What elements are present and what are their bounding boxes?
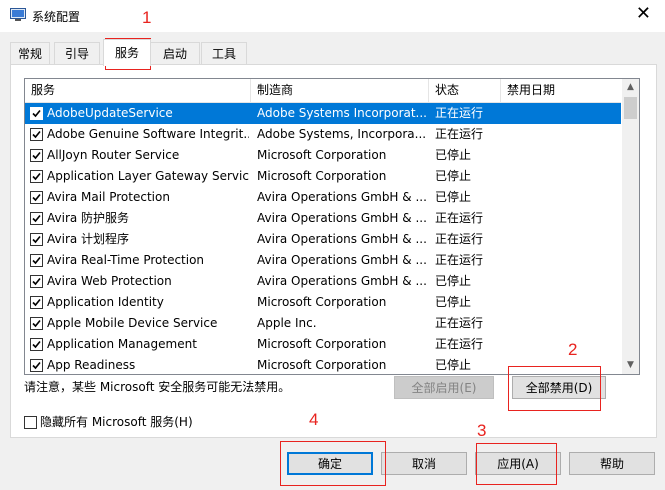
tab-tools[interactable]: 工具	[201, 42, 247, 65]
enable-all-button[interactable]: 全部启用(E)	[394, 376, 494, 399]
column-header-service[interactable]: 服务	[25, 79, 251, 102]
service-vendor: Microsoft Corporation	[257, 358, 387, 372]
column-header-status[interactable]: 状态	[429, 79, 501, 102]
service-vendor: Adobe Systems Incorporat...	[257, 106, 427, 120]
services-list[interactable]: 服务 制造商 状态 禁用日期 AdobeUpdateService Adobe S…	[24, 78, 640, 375]
service-status: 正在运行	[435, 316, 484, 330]
service-name: Avira Real-Time Protection	[47, 253, 205, 267]
service-status: 正在运行	[435, 211, 484, 225]
tab-startup[interactable]: 启动	[150, 42, 200, 65]
service-status: 已停止	[435, 169, 472, 183]
table-row[interactable]: AllJoyn Router Service Microsoft Corporat…	[25, 145, 621, 166]
table-row[interactable]: Application Identity Microsoft Corporatio…	[25, 292, 621, 313]
service-status: 正在运行	[435, 106, 484, 120]
service-vendor: Adobe Systems, Incorpora...	[257, 127, 427, 141]
service-checkbox[interactable]	[30, 149, 43, 162]
service-name: App Readiness	[47, 358, 136, 372]
service-name: Adobe Genuine Software Integrit...	[47, 127, 249, 141]
tab-general[interactable]: 常规	[10, 42, 50, 65]
tab-boot[interactable]: 引导	[54, 42, 100, 65]
annotation-number-2: 2	[568, 340, 578, 359]
hide-microsoft-checkbox[interactable]	[24, 416, 37, 429]
service-vendor: Avira Operations GmbH & ...	[257, 253, 427, 267]
service-vendor: Microsoft Corporation	[257, 148, 387, 162]
service-checkbox[interactable]	[30, 254, 43, 267]
table-row[interactable]: Avira Real-Time Protection Avira Operatio…	[25, 250, 621, 271]
annotation-box-4	[280, 441, 386, 486]
system-config-icon	[10, 8, 26, 21]
annotation-number-3: 3	[477, 421, 487, 440]
table-row[interactable]: Apple Mobile Device Service Apple Inc. 正在运…	[25, 313, 621, 334]
column-header-disable-date[interactable]: 禁用日期	[501, 79, 621, 102]
service-status: 正在运行	[435, 127, 484, 141]
service-checkbox[interactable]	[30, 212, 43, 225]
cancel-button[interactable]: 取消	[381, 452, 467, 475]
service-name: Avira 防护服务	[47, 211, 130, 225]
table-row[interactable]: Avira Mail Protection Avira Operations Gm…	[25, 187, 621, 208]
service-checkbox[interactable]	[30, 107, 43, 120]
service-name: AdobeUpdateService	[47, 106, 173, 120]
service-status: 已停止	[435, 190, 472, 204]
service-vendor: Avira Operations GmbH & ...	[257, 190, 427, 204]
service-checkbox[interactable]	[30, 170, 43, 183]
service-name: Application Layer Gateway Service	[47, 169, 249, 183]
service-name: Application Identity	[47, 295, 164, 309]
service-status: 已停止	[435, 274, 472, 288]
service-name: Avira Web Protection	[47, 274, 172, 288]
service-vendor: Microsoft Corporation	[257, 295, 387, 309]
table-row[interactable]: Application Management Microsoft Corporat…	[25, 334, 621, 355]
service-status: 已停止	[435, 358, 472, 372]
list-header: 服务 制造商 状态 禁用日期	[25, 79, 621, 103]
annotation-box-3	[476, 443, 557, 485]
service-checkbox[interactable]	[30, 275, 43, 288]
service-checkbox[interactable]	[30, 128, 43, 141]
scroll-thumb[interactable]	[624, 97, 637, 119]
scroll-up-icon[interactable]: ▲	[622, 79, 639, 96]
service-status: 已停止	[435, 148, 472, 162]
service-vendor: Avira Operations GmbH & ...	[257, 232, 427, 246]
service-vendor: Microsoft Corporation	[257, 169, 387, 183]
service-name: Application Management	[47, 337, 197, 351]
service-checkbox[interactable]	[30, 359, 43, 372]
annotation-box-2	[508, 366, 601, 411]
column-header-vendor[interactable]: 制造商	[251, 79, 429, 102]
service-checkbox[interactable]	[30, 233, 43, 246]
annotation-number-1: 1	[142, 8, 152, 27]
hide-microsoft-label[interactable]: 隐藏所有 Microsoft 服务(H)	[40, 413, 193, 430]
service-status: 已停止	[435, 295, 472, 309]
service-status: 正在运行	[435, 337, 484, 351]
table-row[interactable]: Avira Web Protection Avira Operations Gmb…	[25, 271, 621, 292]
tab-services[interactable]: 服务	[103, 39, 151, 66]
vertical-scrollbar[interactable]: ▲ ▼	[622, 79, 639, 374]
security-note: 请注意，某些 Microsoft 安全服务可能无法禁用。	[24, 380, 291, 394]
help-button[interactable]: 帮助	[569, 452, 655, 475]
service-checkbox[interactable]	[30, 317, 43, 330]
service-checkbox[interactable]	[30, 338, 43, 351]
table-row[interactable]: Avira 防护服务 Avira Operations GmbH & ... 正在运…	[25, 208, 621, 229]
window-title: 系统配置	[32, 10, 81, 24]
service-name: Avira 计划程序	[47, 232, 130, 246]
table-row[interactable]: Application Layer Gateway Service Microso…	[25, 166, 621, 187]
service-vendor: Avira Operations GmbH & ...	[257, 211, 427, 225]
service-checkbox[interactable]	[30, 191, 43, 204]
service-name: Apple Mobile Device Service	[47, 316, 218, 330]
table-row[interactable]: Adobe Genuine Software Integrit... Adobe …	[25, 124, 621, 145]
close-icon[interactable]: ✕	[636, 4, 651, 24]
table-row[interactable]: AdobeUpdateService Adobe Systems Incorpor…	[25, 103, 621, 124]
service-status: 正在运行	[435, 232, 484, 246]
table-row[interactable]: Avira 计划程序 Avira Operations GmbH & ... 正在运…	[25, 229, 621, 250]
service-checkbox[interactable]	[30, 296, 43, 309]
service-status: 正在运行	[435, 253, 484, 267]
scroll-down-icon[interactable]: ▼	[622, 357, 639, 374]
title-bar: 系统配置 ✕	[0, 0, 665, 32]
service-vendor: Microsoft Corporation	[257, 337, 387, 351]
service-name: AllJoyn Router Service	[47, 148, 180, 162]
annotation-number-4: 4	[309, 410, 319, 429]
service-name: Avira Mail Protection	[47, 190, 170, 204]
service-vendor: Avira Operations GmbH & ...	[257, 274, 427, 288]
service-vendor: Apple Inc.	[257, 316, 317, 330]
